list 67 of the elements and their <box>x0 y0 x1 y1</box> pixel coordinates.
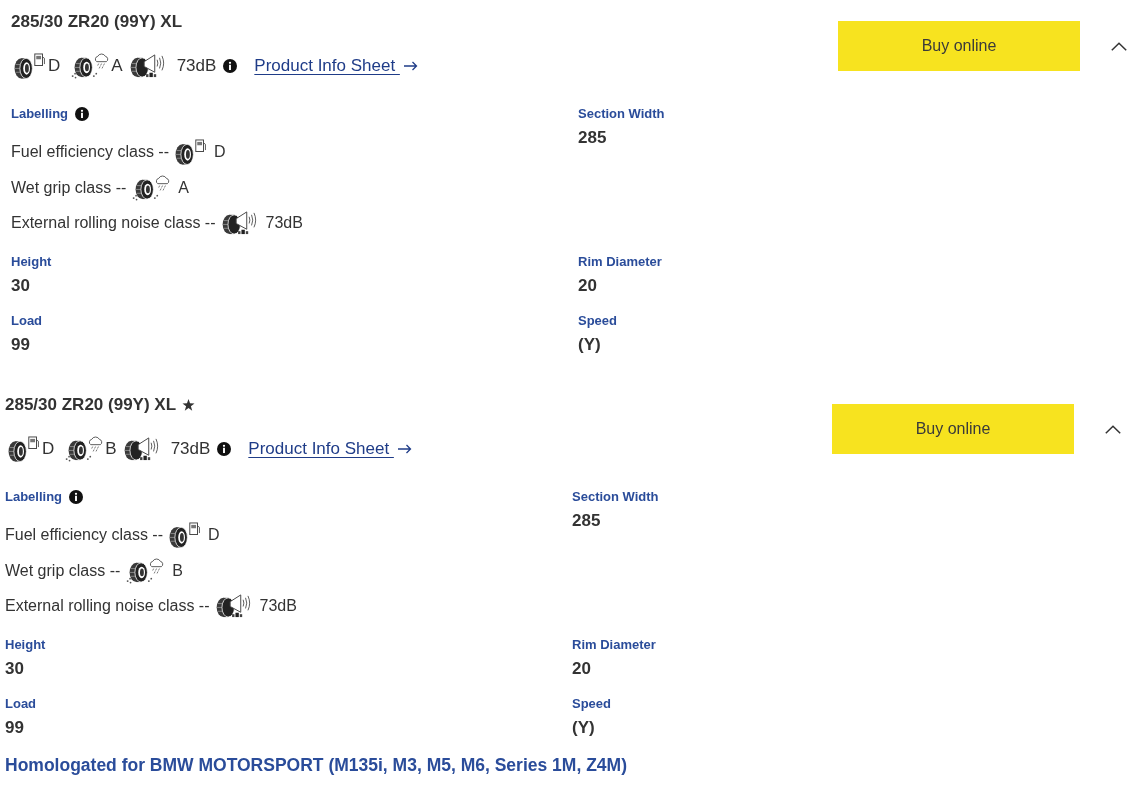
rating-value: 73dB <box>176 55 217 77</box>
tire-speaker-icon <box>122 436 161 462</box>
rating-value: D <box>208 525 220 545</box>
rating-value: D <box>42 438 55 460</box>
rating-label: External rolling noise class -- <box>5 596 210 616</box>
collapse-button[interactable] <box>1105 424 1121 434</box>
tire-fuel-pump-icon <box>7 436 40 462</box>
rating-value: A <box>111 55 123 77</box>
info-icon[interactable] <box>75 107 90 121</box>
field-value: 285 <box>572 510 601 532</box>
field-label: Load <box>11 312 43 330</box>
rating-value: 73dB <box>259 596 297 616</box>
field-label: Section Width <box>578 105 665 123</box>
rating-label: Wet grip class -- <box>11 177 127 198</box>
homologation-note: Homologated for BMW MOTORSPORT (M135i, M3, M5, M6, Series 1M, Z4M) <box>5 754 627 777</box>
info-icon[interactable] <box>217 442 232 456</box>
field-label: Rim Diameter <box>578 253 662 271</box>
rating-value: 73dB <box>170 438 211 460</box>
field-label: Labelling <box>5 488 63 506</box>
rating-label: Fuel efficiency class -- <box>5 525 163 545</box>
rating-value: D <box>48 55 61 77</box>
arrow-right-icon <box>403 61 418 71</box>
field-value: 30 <box>11 275 30 297</box>
field-label: Labelling <box>11 105 69 123</box>
field-label: Load <box>5 695 37 713</box>
buy-online-button[interactable]: Buy online <box>832 404 1074 454</box>
tire-rain-cloud-icon <box>70 53 111 79</box>
tire-fuel-pump-icon <box>13 53 46 79</box>
tire-rain-cloud-icon <box>125 557 166 584</box>
tire-size-title: 285/30 ZR20 (99Y) XL <box>11 11 183 33</box>
field-label: Speed <box>572 695 611 713</box>
info-icon[interactable] <box>69 490 84 504</box>
field-label: Speed <box>578 312 617 330</box>
rating-label: Fuel efficiency class -- <box>11 142 169 162</box>
field-value: 30 <box>5 658 24 680</box>
rating-value: B <box>105 438 117 460</box>
rating-value: B <box>172 560 183 581</box>
field-label: Height <box>5 636 46 654</box>
product-info-sheet-link[interactable]: Product Info Sheet <box>248 437 412 461</box>
tire-speaker-icon <box>214 593 253 619</box>
field-value: 285 <box>578 127 607 149</box>
rating-value: 73dB <box>265 213 303 233</box>
rating-label: External rolling noise class -- <box>11 213 216 233</box>
product-info-sheet-link[interactable]: Product Info Sheet <box>254 54 418 78</box>
field-value: (Y) <box>578 334 601 356</box>
collapse-button[interactable] <box>1111 41 1127 51</box>
rating-value: A <box>178 177 189 198</box>
tire-fuel-pump-icon <box>174 139 207 165</box>
rating-value: D <box>214 142 226 162</box>
tire-rain-cloud-icon <box>64 436 105 462</box>
field-value: 20 <box>578 275 597 297</box>
field-label: Section Width <box>572 488 659 506</box>
tire-speaker-icon <box>220 210 259 236</box>
arrow-right-icon <box>397 444 412 454</box>
field-value: 99 <box>11 334 30 356</box>
tire-size-title: 285/30 ZR20 (99Y) XL <box>5 394 177 416</box>
rating-label: Wet grip class -- <box>5 560 121 581</box>
field-label: Rim Diameter <box>572 636 656 654</box>
tire-rain-cloud-icon <box>131 174 172 201</box>
buy-online-button[interactable]: Buy online <box>838 21 1080 71</box>
info-icon[interactable] <box>223 59 238 73</box>
field-value: (Y) <box>572 717 595 739</box>
field-value: 99 <box>5 717 24 739</box>
tire-fuel-pump-icon <box>168 522 201 548</box>
field-value: 20 <box>572 658 591 680</box>
field-label: Height <box>11 253 52 271</box>
tire-speaker-icon <box>128 53 167 79</box>
